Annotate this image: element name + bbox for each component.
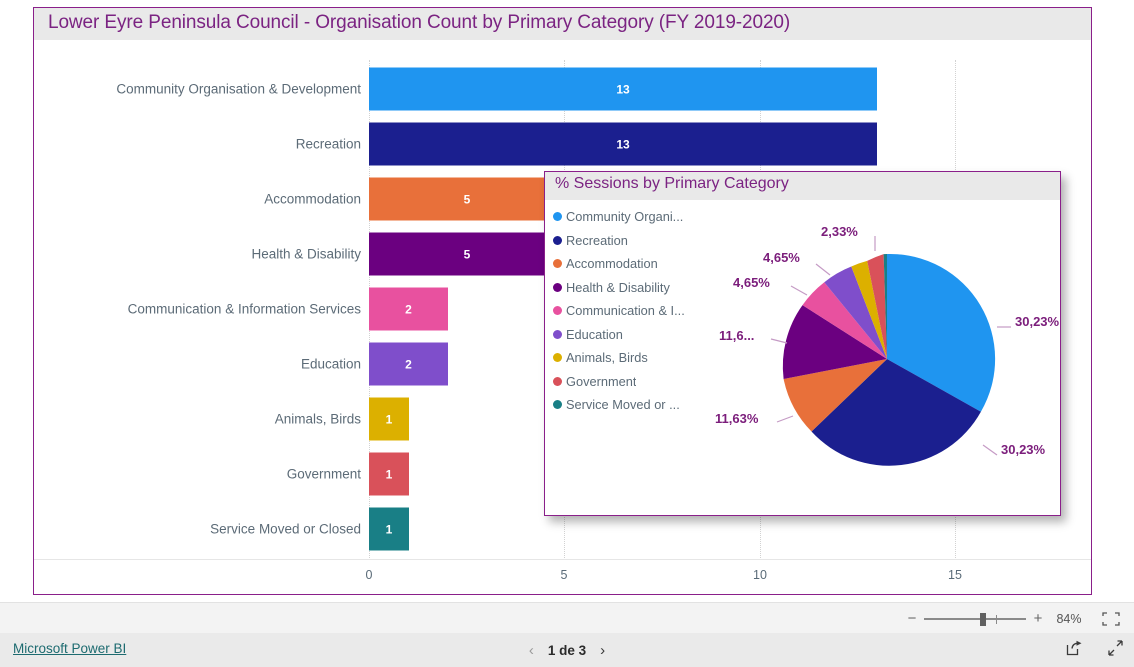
x-tick-5: 5 — [560, 568, 568, 582]
pie-label-communication: 4,65% — [733, 275, 770, 290]
zoom-in-button[interactable]: + — [1030, 611, 1046, 626]
next-page-icon[interactable]: › — [600, 643, 605, 658]
x-tick-10: 10 — [753, 568, 767, 582]
bar-visual-header: Lower Eyre Peninsula Council - Organisat… — [34, 8, 1091, 40]
bar-category-label-3: Health & Disability — [251, 246, 361, 262]
legend-label: Animals, Birds — [566, 350, 648, 366]
leader-line-4 — [790, 285, 808, 296]
pie-legend: Community Organi... Recreation Accommoda… — [553, 205, 713, 417]
pie-label-accommodation: 11,63% — [715, 411, 759, 426]
legend-label: Accommodation — [566, 256, 658, 272]
zoom-controls: − + 84% — [904, 603, 1122, 634]
footer-bar: Microsoft Power BI ‹ 1 de 3 › — [0, 633, 1134, 667]
bar-row[interactable]: 1 — [369, 397, 409, 441]
legend-color-dot-icon — [553, 329, 562, 339]
legend-color-dot-icon — [553, 212, 562, 222]
legend-label: Government — [566, 373, 637, 389]
bar-category-label-4: Communication & Information Services — [127, 301, 361, 317]
bar-visual-title: Lower Eyre Peninsula Council - Organisat… — [48, 12, 791, 33]
legend-item[interactable]: Animals, Birds — [553, 346, 713, 370]
fit-to-page-icon[interactable] — [1100, 611, 1122, 627]
legend-item[interactable]: Health & Disability — [553, 276, 713, 300]
leader-line-5 — [815, 263, 831, 276]
bar-row[interactable]: 13 — [369, 67, 877, 111]
pie-visual-title: % Sessions by Primary Category — [555, 175, 789, 192]
legend-label: Health & Disability — [566, 279, 670, 295]
zoom-out-button[interactable]: − — [904, 611, 920, 626]
page-indicator-label: 1 de 3 — [547, 642, 587, 658]
zoom-slider-thumb[interactable] — [980, 612, 986, 626]
pie-label-education: 4,65% — [763, 250, 800, 265]
pie-label-community: 30,23% — [1015, 314, 1060, 329]
bar-value-label: 1 — [385, 412, 393, 426]
bar-row[interactable]: 1 — [369, 452, 409, 496]
pie-label-health: 11,6... — [719, 328, 755, 343]
legend-label: Recreation — [566, 232, 628, 248]
legend-item[interactable]: Recreation — [553, 229, 713, 253]
bar-value-label: 2 — [405, 302, 412, 316]
legend-item[interactable]: Service Moved or ... — [553, 393, 713, 417]
pie-slices[interactable] — [715, 202, 1060, 514]
x-axis-line — [34, 559, 1091, 560]
legend-color-dot-icon — [553, 306, 562, 316]
page-navigation: ‹ 1 de 3 › — [0, 633, 1134, 667]
pie-label-recreation: 30,23% — [1001, 442, 1046, 457]
bar-category-label-8: Service Moved or Closed — [210, 521, 361, 537]
zoom-toolbar: − + 84% — [0, 602, 1134, 635]
legend-color-dot-icon — [553, 259, 562, 269]
bar-row[interactable]: 2 — [369, 342, 448, 386]
pie-chart: 30,23% 30,23% 11,63% 11,6... 4,65% 4,65%… — [715, 202, 1060, 514]
bar-value-label: 5 — [463, 192, 471, 206]
zoom-slider[interactable] — [924, 612, 1026, 626]
legend-item[interactable]: Education — [553, 323, 713, 347]
footer-actions — [1066, 633, 1124, 667]
legend-label: Community Organi... — [566, 209, 684, 225]
legend-color-dot-icon — [553, 282, 562, 292]
legend-color-dot-icon — [553, 400, 562, 410]
zoom-slider-midpoint-tick — [996, 614, 997, 624]
pie-visual-panel: % Sessions by Primary Category Community… — [544, 171, 1061, 516]
bar-value-label: 5 — [463, 247, 471, 261]
bar-category-label-2: Accommodation — [264, 191, 361, 207]
bar-value-label: 2 — [405, 357, 412, 371]
bar-value-label: 1 — [385, 467, 393, 481]
x-tick-0: 0 — [365, 568, 373, 582]
bar-value-label: 13 — [616, 137, 630, 151]
bar-category-label-1: Recreation — [295, 136, 361, 152]
previous-page-icon[interactable]: ‹ — [529, 643, 534, 658]
bar-row[interactable]: 5 — [369, 177, 565, 221]
x-tick-15: 15 — [948, 568, 962, 582]
legend-color-dot-icon — [553, 353, 562, 363]
fullscreen-icon[interactable] — [1107, 639, 1124, 661]
bar-category-label-5: Education — [300, 356, 361, 372]
share-icon[interactable] — [1066, 640, 1083, 661]
bar-row[interactable]: 5 — [369, 232, 565, 276]
legend-item[interactable]: Government — [553, 370, 713, 394]
leader-line-1 — [982, 444, 998, 456]
leader-line-2 — [776, 415, 794, 423]
bar-row[interactable]: 1 — [369, 507, 409, 551]
bar-category-label-6: Animals, Birds — [274, 411, 361, 427]
power-bi-report-viewer: Lower Eyre Peninsula Council - Organisat… — [0, 0, 1134, 667]
bar-row[interactable]: 2 — [369, 287, 448, 331]
legend-label: Service Moved or ... — [566, 397, 680, 413]
zoom-level-label: 84% — [1056, 611, 1082, 626]
bar-value-label: 1 — [385, 522, 393, 536]
legend-item[interactable]: Accommodation — [553, 252, 713, 276]
pie-label-animals: 2,33% — [821, 224, 858, 239]
bar-value-label: 13 — [616, 82, 630, 96]
legend-item[interactable]: Communication & I... — [553, 299, 713, 323]
bar-category-label-7: Government — [286, 466, 361, 482]
leader-line-3 — [770, 338, 788, 344]
bar-row[interactable]: 13 — [369, 122, 877, 166]
legend-label: Education — [566, 326, 623, 342]
legend-item[interactable]: Community Organi... — [553, 205, 713, 229]
bar-category-label-0: Community Organisation & Development — [116, 81, 361, 97]
legend-color-dot-icon — [553, 235, 562, 245]
pie-visual-header: % Sessions by Primary Category — [545, 172, 1060, 200]
legend-label: Communication & I... — [566, 303, 685, 319]
legend-color-dot-icon — [553, 376, 562, 386]
